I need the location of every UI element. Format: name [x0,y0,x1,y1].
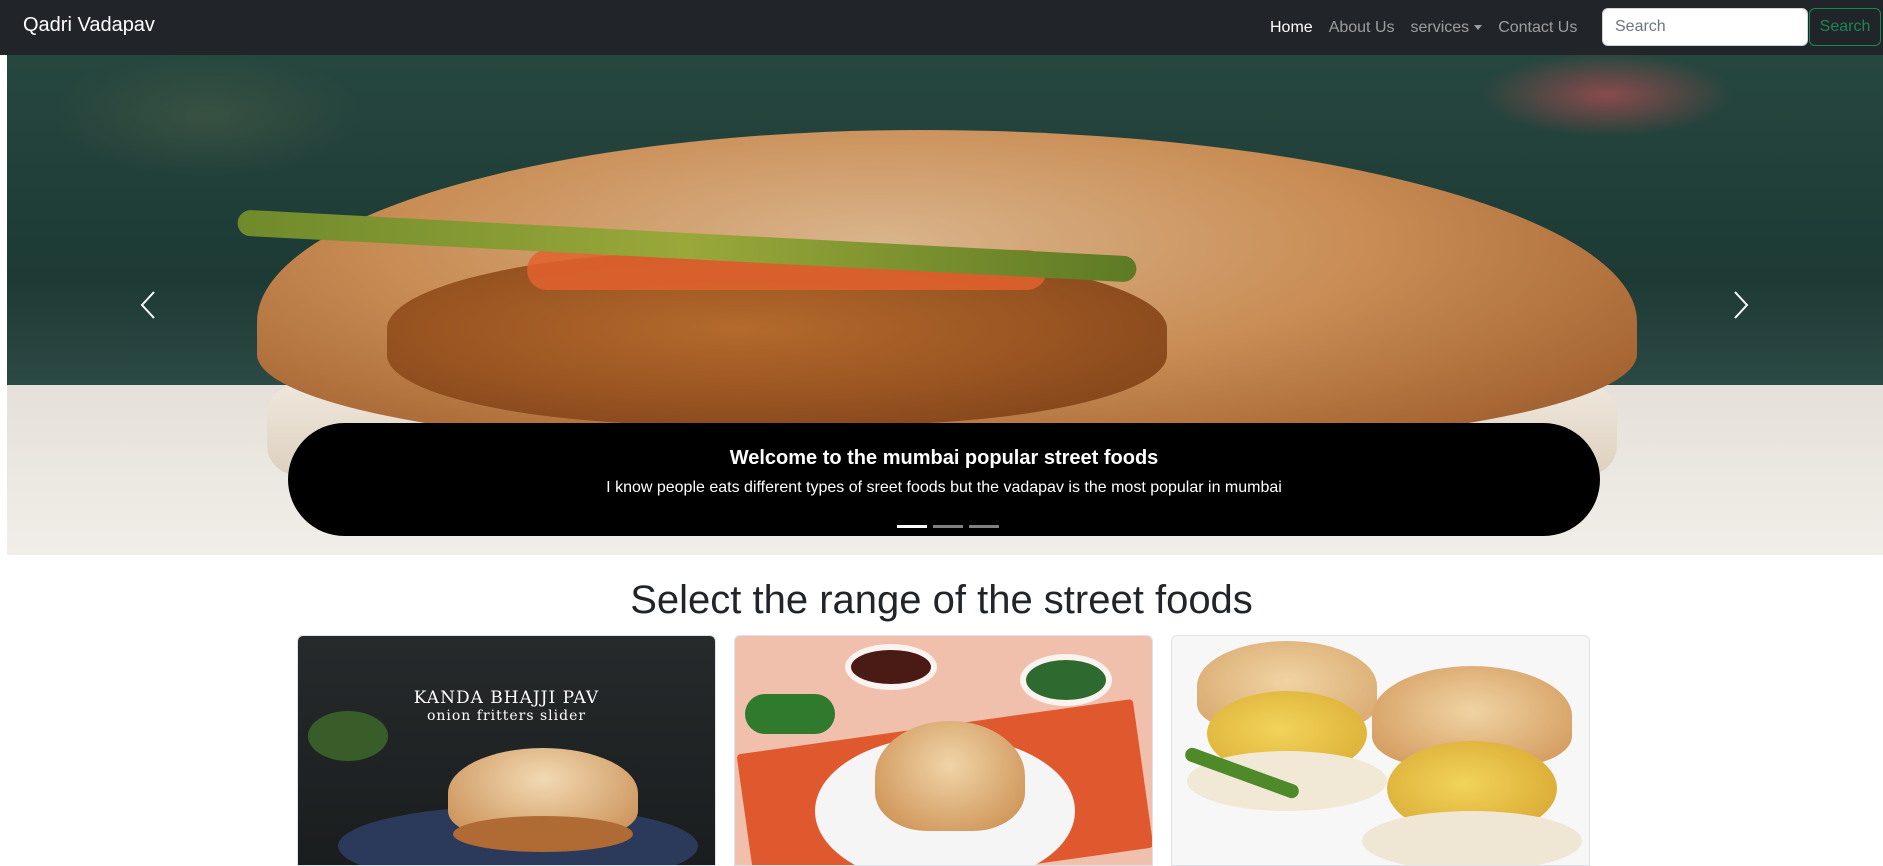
navbar: Qadri Vadapav Home About Us services Con… [0,0,1883,55]
card-2-sauce-bowl [845,644,937,690]
food-card-samosa-pav[interactable] [734,635,1153,866]
carousel-next-button[interactable] [1721,280,1761,330]
carousel-indicator-3[interactable] [969,525,999,528]
nav-dropdown-services[interactable]: services [1411,19,1483,37]
card-1-leaf [308,711,388,761]
section-title: Select the range of the street foods [630,578,1253,622]
card-2-chutney-bowl [1020,654,1112,706]
search-input[interactable] [1602,8,1808,46]
carousel-caption-text: I know people eats different types of sr… [606,479,1282,496]
card-2-chilies [745,694,835,734]
card-1-filling [453,816,633,852]
nav-link-contact-us[interactable]: Contact Us [1498,19,1577,37]
card-image-title: KANDA BHAJJI PAV [413,688,600,708]
nav-link-about-us[interactable]: About Us [1329,19,1395,37]
carousel-caption: Welcome to the mumbai popular street foo… [288,423,1600,536]
nav-link-home[interactable]: Home [1270,19,1313,37]
chevron-right-icon [1734,291,1749,319]
food-card-vada-pav[interactable] [1171,635,1590,866]
carousel-prev-button[interactable] [128,280,168,330]
carousel-indicators [894,525,1002,528]
food-card-kanda-bhajji-pav[interactable]: KANDA BHAJJI PAV onion fritters slider [297,635,716,866]
caret-down-icon [1474,24,1483,30]
carousel-caption-title: Welcome to the mumbai popular street foo… [729,447,1159,469]
card-3-bun-right-bottom [1362,811,1582,865]
search-button[interactable]: Search [1809,8,1881,46]
nav-dropdown-services-label: services [1410,18,1470,36]
nav-links: Home About Us services Contact Us [1270,0,1593,55]
carousel-indicator-2[interactable] [933,525,963,528]
card-2-samosa-pav [875,721,1025,831]
hero-carousel: Welcome to the mumbai popular street foo… [7,55,1883,555]
brand-link[interactable]: Qadri Vadapav [23,14,155,37]
carousel-indicator-1[interactable] [897,525,927,528]
chevron-left-icon [140,291,155,319]
